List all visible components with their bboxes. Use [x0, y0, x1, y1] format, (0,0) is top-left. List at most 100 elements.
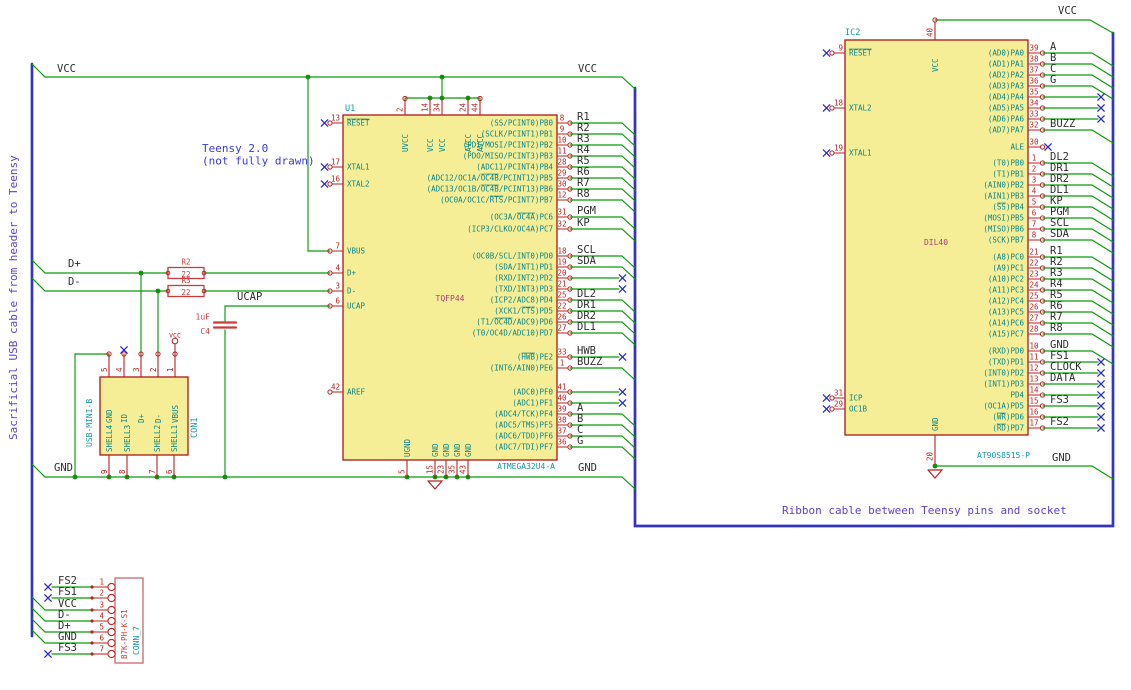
pin-number: 19: [834, 144, 843, 153]
net-label: UCAP: [237, 291, 262, 303]
pin-number: 13: [1029, 375, 1038, 384]
net-label: DATA: [1050, 372, 1076, 384]
pin-number: 43: [459, 465, 468, 474]
pin-number: 31: [557, 208, 566, 217]
pin-number: 36: [557, 438, 567, 447]
pin-name: (INT0)PD2: [983, 369, 1024, 378]
net-wire: [569, 332, 636, 346]
net-label: D-: [68, 276, 81, 288]
junction-dot: [138, 270, 144, 276]
pin-number: 16: [331, 175, 341, 184]
pin-name: (TXD/INT3)PD3: [494, 285, 553, 294]
net-label: PGM: [577, 205, 596, 217]
pin-name: SHELL2: [153, 425, 162, 452]
pin-name: XTAL1: [849, 149, 872, 158]
pin-name: UCAP: [347, 302, 366, 311]
pin-number: 3: [1032, 176, 1037, 185]
pin-name: (T0)PB0: [992, 159, 1024, 168]
pin-number: 30: [1029, 138, 1039, 147]
pin-number: 44: [471, 102, 480, 112]
pin-name: (AIN1)PB3: [983, 192, 1024, 201]
net-label: GND: [578, 462, 597, 474]
pin-name: (A14)PC6: [988, 319, 1025, 328]
pin-name: VCC: [426, 138, 435, 152]
pin-number: 15: [1029, 397, 1038, 406]
pin-name: (A13)PC5: [988, 308, 1024, 317]
pin-number: 35: [1029, 88, 1038, 97]
pin-name: GND: [453, 443, 462, 457]
junction-dot: [155, 288, 161, 294]
pin-number: 13: [331, 114, 340, 123]
connector-pin-circle: [107, 649, 116, 659]
pin-name: (AIN0)PB2: [983, 181, 1024, 190]
pin-name: ALE: [1010, 143, 1024, 152]
pin-number: 29: [834, 400, 843, 409]
pin-name: (A8)PC0: [992, 253, 1024, 262]
pin-name: (AD5)PA5: [988, 104, 1024, 113]
pin-name: PD4: [1010, 391, 1024, 400]
pin-name: (XCK1/CTS)PD5: [494, 307, 553, 316]
pin-number: 39: [1029, 44, 1038, 53]
pin-name: (AD0)PA0: [988, 49, 1025, 58]
ic2-gnd-net: [934, 465, 1114, 480]
pin-number: 12: [1029, 364, 1038, 373]
pin-name: (AD2)PA2: [988, 71, 1024, 80]
net-label: FS3: [58, 642, 77, 654]
pin-name: SHELL4: [105, 424, 114, 452]
pin-number: 28: [1029, 325, 1039, 334]
pin-name: (ADC6/TDO)PF6: [494, 432, 553, 441]
net-label: BUZZ: [1050, 118, 1075, 130]
pin-number: 8: [560, 114, 565, 123]
pin-name: (MOSI)PB5: [983, 214, 1024, 223]
net-label: R8: [1050, 322, 1063, 334]
pin-name: (PDO/MISO/PCINT3)PB3: [463, 152, 553, 161]
pin-number: 18: [557, 247, 567, 256]
pin-name: (ADC1)PF1: [512, 399, 553, 408]
pin-number: 9: [100, 469, 109, 474]
pin-number: 24: [459, 102, 468, 112]
note-teensy-line1: Teensy 2.0: [202, 142, 268, 155]
pin-name: AVCC: [476, 134, 485, 152]
pin-number: 23: [437, 465, 446, 474]
pin-name: (SS)PB4: [992, 203, 1024, 212]
pin-name: D+: [347, 269, 357, 278]
pin-name: D-: [154, 414, 163, 423]
con1-reference: CON1: [190, 418, 200, 438]
pin-number: 18: [834, 99, 844, 108]
pin-number: 2: [396, 107, 405, 112]
pin-number: 41: [557, 383, 566, 392]
pin-number: 7: [1032, 220, 1037, 229]
pin-number: 5: [398, 469, 407, 474]
pin-name: (SS/PCINT0)PB0: [490, 119, 554, 128]
pin-number: 20: [926, 451, 935, 461]
net-wire: [569, 367, 636, 381]
pin-name: VCC: [438, 138, 447, 152]
pin-number: 5: [99, 623, 104, 632]
pin-number: 3: [99, 601, 104, 610]
pin-number: 7: [335, 242, 340, 251]
pin-name: (T1/OC4D/ADC9)PD6: [476, 318, 553, 327]
note-ribbon-cable: Ribbon cable between Teensy pins and soc…: [782, 504, 1067, 517]
pin-number: 6: [335, 297, 340, 306]
pin-name: (SDA/INT1)PD1: [494, 263, 553, 272]
pin-number: 12: [557, 191, 566, 200]
note-sacrificial-usb-cable: Sacrificial USB cable from header to Tee…: [7, 155, 20, 440]
pin-name: XTAL2: [347, 180, 370, 189]
pin-number: 26: [1029, 303, 1039, 312]
ic2-reference: IC2: [845, 28, 860, 38]
pin-number: 30: [557, 180, 567, 189]
pin-number: 21: [1029, 248, 1038, 257]
pin-name: XTAL1: [347, 163, 370, 172]
pin-number: 1: [99, 578, 104, 587]
pin-number: 39: [557, 405, 566, 414]
conn7-reference: CONN_7: [132, 626, 141, 655]
net-wire: [569, 446, 636, 460]
pin-name: VCC: [931, 58, 940, 72]
net-label: VCC: [57, 63, 76, 75]
net-label: SDA: [1050, 228, 1070, 240]
junction-dot: [72, 474, 78, 480]
pin-name: (OC1A)PD5: [983, 402, 1024, 411]
pin-name: (ADC12/OC1A/OC4B/PCINT12)PB5: [427, 174, 553, 183]
pin-number: 37: [557, 427, 566, 436]
pin-name: (INT6/AIN0)PE6: [490, 364, 554, 373]
